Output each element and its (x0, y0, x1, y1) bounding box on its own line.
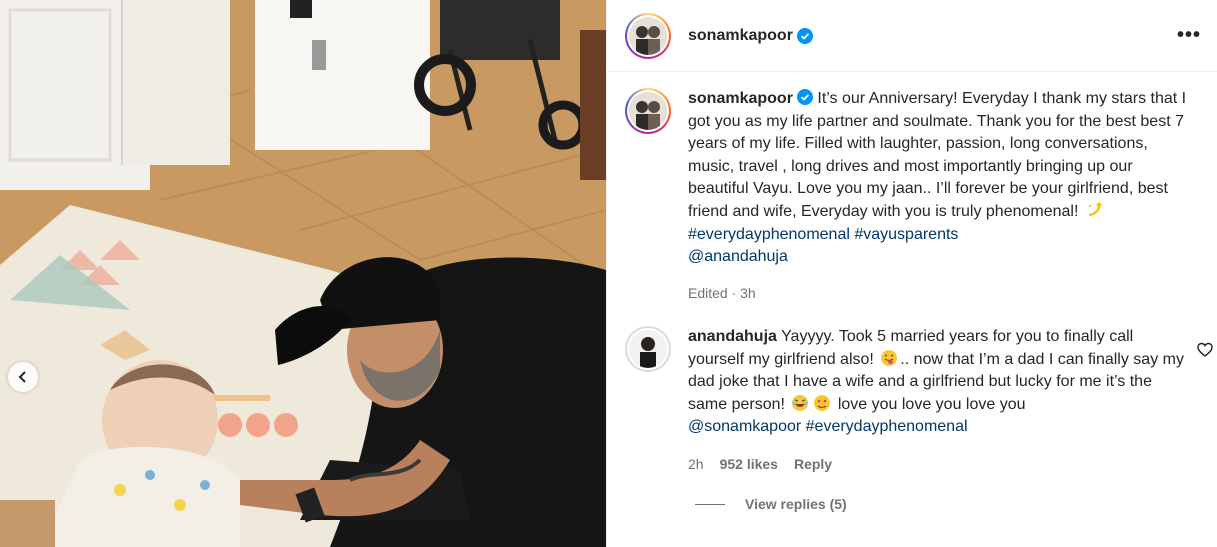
photo-illustration (0, 0, 606, 547)
reply-button[interactable]: Reply (794, 453, 832, 476)
avatar-image (629, 92, 667, 130)
post-header: sonamkapoor ••• (607, 0, 1217, 72)
comment-username[interactable]: anandahuja (688, 328, 777, 345)
comment-meta: 2h 952 likes Reply (688, 453, 1188, 476)
carousel-prev-button[interactable] (8, 362, 38, 392)
avatar-image (629, 330, 667, 368)
comment-likes[interactable]: 952 likes (720, 453, 778, 476)
mention-sonamkapoor[interactable]: @sonamkapoor (688, 418, 801, 435)
view-replies-button[interactable]: View replies (5) (695, 496, 847, 512)
verified-badge-icon (796, 27, 813, 44)
comment-author-avatar[interactable] (625, 326, 671, 372)
author-username[interactable]: sonamkapoor (688, 27, 793, 45)
verified-badge-icon (796, 89, 813, 105)
post-photo[interactable] (0, 0, 606, 547)
hashtag-everydayphenomenal[interactable]: #everydayphenomenal (688, 226, 850, 243)
chevron-left-icon (18, 371, 26, 383)
comment-body: anandahuja Yayyyy. Took 5 married years … (688, 326, 1188, 476)
emoji-heart-eyes (814, 394, 831, 411)
comment-time: 2h (688, 455, 704, 472)
edited-time: Edited · 3h (688, 284, 756, 301)
avatar-image (629, 16, 667, 55)
caption-author-avatar[interactable] (625, 88, 671, 134)
replies-divider (695, 503, 725, 505)
emoji-laughing (792, 394, 809, 411)
caption: sonamkapoor It’s our Anniversary! Everyd… (625, 88, 1201, 304)
mention-anandahuja[interactable]: @anandahuja (688, 248, 788, 265)
comment-item: anandahuja Yayyyy. Took 5 married years … (625, 326, 1201, 476)
post-sidebar: sonamkapoor ••• sonamkapoor It’s our Ann… (606, 0, 1217, 547)
more-options-icon[interactable]: ••• (1177, 24, 1201, 47)
emoji-sparkle (1088, 202, 1102, 217)
comment-text-3: love you love you love you (833, 395, 1026, 413)
view-replies-label: View replies (5) (745, 496, 847, 512)
caption-meta: Edited · 3h (688, 282, 1188, 305)
caption-body: sonamkapoor It’s our Anniversary! Everyd… (688, 88, 1188, 304)
heart-icon[interactable] (1197, 342, 1213, 358)
caption-username[interactable]: sonamkapoor (688, 90, 793, 107)
post-modal: sonamkapoor ••• sonamkapoor It’s our Ann… (0, 0, 1217, 547)
hashtag-vayusparents[interactable]: #vayusparents (854, 226, 958, 243)
emoji-tongue (881, 349, 898, 366)
hashtag-everydayphenomenal[interactable]: #everydayphenomenal (806, 418, 968, 435)
caption-text: It’s our Anniversary! Everyday I thank m… (688, 90, 1187, 220)
author-avatar[interactable] (625, 12, 671, 59)
